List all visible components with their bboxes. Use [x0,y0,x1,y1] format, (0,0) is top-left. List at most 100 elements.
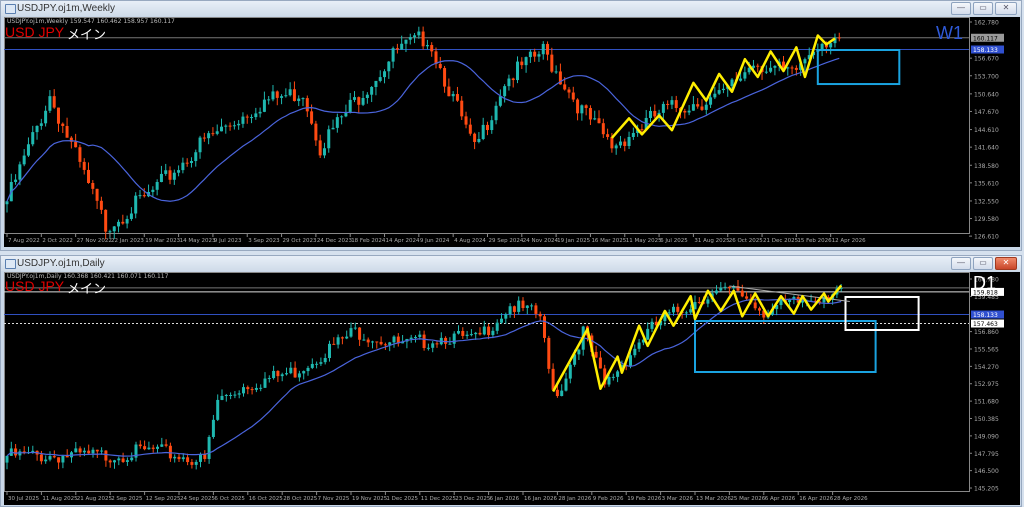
time-axis-label: 12 Sep 2025 [146,496,181,502]
daily-chart-window[interactable]: USDJPY.oj1m,Daily — ▭ ✕ 160.780 159.485 15… [0,255,1022,507]
daily-window-title: USDJPY.oj1m,Daily [17,258,105,269]
weekly-title-bar[interactable]: USDJPY.oj1m,Weekly — ▭ ✕ [1,1,1021,16]
candle-body [99,200,103,210]
candle-body [455,94,459,101]
candle-body [422,334,426,349]
candle-body [306,367,310,372]
candle-body [551,368,555,390]
candle-body [649,110,652,118]
candle-body [331,127,335,130]
candle-body [52,96,56,108]
candle-body [666,103,670,105]
minimize-button[interactable]: — [951,257,971,270]
candle-body [280,96,284,98]
candle-body [576,99,580,114]
time-axis-label: 15 Feb 2026 [797,238,832,244]
time-axis-label: 3 Mar 2026 [662,496,694,502]
candle-body [723,286,727,288]
candle-body [740,290,744,297]
candle-body [259,387,263,389]
candle-body [302,371,306,374]
candle-body [78,448,82,453]
weekly-chart-window[interactable]: USDJPY.oj1m,Weekly — ▭ ✕ 162.780 156.670 1… [0,0,1022,251]
candle-body [533,51,537,57]
candle-body [357,97,361,105]
candle-body [534,305,538,314]
price-axis-label: 156.670 [974,56,999,63]
candle-body [48,456,52,460]
price-axis-label: 155.565 [974,346,999,353]
candle-body [65,125,69,138]
candle-body [117,458,121,461]
candle-body [387,61,391,72]
candle-body [409,337,413,339]
candle-body [151,447,155,449]
candle-body [297,373,301,378]
candle-body [362,339,366,341]
candle-body [78,147,82,162]
candle-body [237,393,241,395]
candle-body [568,364,572,379]
candle-body [637,342,641,349]
close-button[interactable]: ✕ [995,257,1017,270]
candle-body [349,328,353,337]
candle-body [646,328,650,340]
candle-body [670,100,674,105]
time-axis-label: 16 Apr 2026 [799,496,834,502]
time-axis-label: 11 Dec 2025 [421,496,457,502]
time-axis-label: 24 Nov 2024 [523,238,559,244]
price-axis-label: 151.680 [974,399,999,406]
candle-body [202,137,206,139]
candle-body [503,86,507,97]
candle-body [104,209,108,232]
candle-body [495,322,499,331]
candle-body [588,108,592,120]
candle-body [272,370,276,379]
daily-chart[interactable]: 160.780159.485156.860155.565154.270152.9… [4,272,1020,507]
candle-body [801,300,804,303]
candle-body [310,363,314,368]
time-axis-label: 24 Dec 2023 [317,238,353,244]
price-marker-label: 157.463 [973,321,998,328]
candle-body [395,48,399,50]
candle-body [498,96,502,106]
candle-body [400,43,404,50]
time-axis-label: 7 Nov 2025 [318,496,350,502]
minimize-button[interactable]: — [951,2,971,15]
maximize-button[interactable]: ▭ [973,257,993,270]
candle-body [292,89,296,102]
candle-body [507,78,511,87]
candle-body [125,460,129,462]
candle-body [719,287,723,291]
candle-body [108,231,112,233]
candle-body [129,213,133,219]
candle-body [521,300,525,309]
candle-body [443,68,447,87]
candle-body [91,449,95,454]
candle-body [285,373,288,375]
time-axis-label: 19 Jan 2025 [557,238,590,244]
candle-body [190,462,194,465]
time-axis-label: 9 Feb 2026 [593,496,624,502]
candle-body [661,103,665,113]
time-axis-label: 31 Aug 2025 [694,238,730,244]
maximize-button[interactable]: ▭ [973,2,993,15]
daily-title-bar[interactable]: USDJPY.oj1m,Daily — ▭ ✕ [1,256,1021,271]
price-axis-label: 144.610 [974,127,999,134]
candle-body [508,306,512,315]
candle-body [721,88,725,91]
weekly-chart[interactable]: 162.780 156.670 153.700 150.640 147.670 144.6… [4,17,1020,249]
time-axis-label: 27 Nov 2022 [77,238,112,244]
candle-body [5,455,9,463]
candle-body [594,351,598,358]
candle-body [683,110,687,113]
candle-body [689,309,693,313]
candle-body [425,45,429,47]
candle-body [478,332,482,335]
time-axis-label: 28 Apr 2026 [834,496,869,502]
candle-body [794,67,798,70]
candle-body [516,61,520,81]
weekly-window-title: USDJPY.oj1m,Weekly [17,3,115,14]
close-button[interactable]: ✕ [995,2,1017,15]
candle-body [610,136,614,149]
